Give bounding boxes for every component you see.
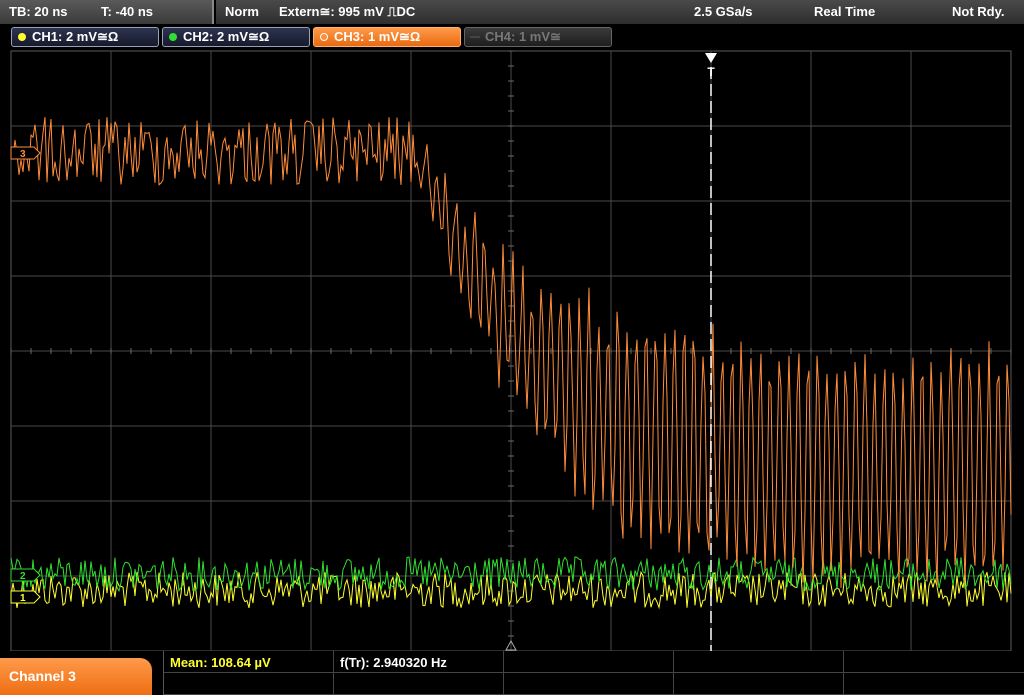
- empty-measurement-cell: [504, 651, 674, 673]
- empty-measurement-cell: [334, 673, 504, 695]
- frequency-measurement: f(Tr): 2.940320 Hz: [340, 655, 447, 670]
- trigger-marker-label: T: [707, 65, 715, 79]
- empty-measurement-cell: [844, 651, 1024, 673]
- ch1-ref-marker[interactable]: 1: [10, 590, 41, 604]
- channel-bar: CH1: 2 mV≅Ω CH2: 2 mV≅Ω CH3: 1 mV≅Ω CH4:…: [0, 24, 1024, 49]
- ch1-ref-label: 1: [20, 593, 26, 604]
- timebase-readout[interactable]: TB: 20 ns: [9, 4, 68, 19]
- ch3-ref-label: 3: [20, 149, 26, 160]
- empty-measurement-cell: [504, 673, 674, 695]
- empty-measurement-cell: [674, 651, 844, 673]
- tab-ch3[interactable]: CH3: 1 mV≅Ω: [313, 27, 461, 47]
- trigger-offset-readout[interactable]: T: -40 ns: [101, 4, 153, 19]
- ch4-label: CH4: 1 mV≅: [485, 29, 561, 44]
- frequency-cell[interactable]: f(Tr): 2.940320 Hz: [334, 651, 504, 673]
- trigger-source[interactable]: Extern≅: 995 mV ⎍DC: [279, 4, 415, 20]
- tab-ch2[interactable]: CH2: 2 mV≅Ω: [162, 27, 310, 47]
- acquisition-mode[interactable]: Real Time: [814, 4, 875, 19]
- acquisition-status: Not Rdy.: [952, 4, 1005, 19]
- mean-cell[interactable]: Mean: 108.64 µV: [164, 651, 334, 673]
- measurement-table: Mean: 108.64 µV f(Tr): 2.940320 Hz: [163, 651, 1024, 695]
- trigger-mode[interactable]: Norm: [225, 4, 259, 19]
- tab-ch1[interactable]: CH1: 2 mV≅Ω: [11, 27, 159, 47]
- ch2-indicator-icon: [169, 33, 177, 41]
- ch1-label: CH1: 2 mV≅Ω: [32, 29, 119, 44]
- ch3-ref-marker[interactable]: 3: [10, 146, 41, 160]
- ch2-label: CH2: 2 mV≅Ω: [183, 29, 270, 44]
- sample-rate[interactable]: 2.5 GSa/s: [694, 4, 753, 19]
- acquisition-panel: Norm Extern≅: 995 mV ⎍DC 2.5 GSa/s Real …: [216, 0, 1024, 24]
- tab-ch4[interactable]: CH4: 1 mV≅: [464, 27, 612, 47]
- ch2-ref-label: 2: [20, 571, 26, 582]
- ch1-indicator-icon: [18, 33, 26, 41]
- mean-measurement: Mean: 108.64 µV: [170, 655, 271, 670]
- ch4-indicator-icon: [470, 36, 480, 38]
- ch3-label: CH3: 1 mV≅Ω: [334, 29, 421, 44]
- ch2-ref-marker[interactable]: 2: [10, 568, 41, 582]
- empty-measurement-cell: [164, 673, 334, 695]
- waveform-display[interactable]: T 3 2 1: [0, 49, 1024, 651]
- empty-measurement-cell: [844, 673, 1024, 695]
- status-bar: TB: 20 ns T: -40 ns Norm Extern≅: 995 mV…: [0, 0, 1024, 24]
- empty-measurement-cell: [674, 673, 844, 695]
- active-channel-label[interactable]: Channel 3: [0, 658, 152, 695]
- measurement-bar: Channel 3 Mean: 108.64 µV f(Tr): 2.94032…: [0, 651, 1024, 695]
- ch3-indicator-icon: [320, 33, 328, 41]
- timebase-panel[interactable]: TB: 20 ns T: -40 ns: [0, 0, 214, 24]
